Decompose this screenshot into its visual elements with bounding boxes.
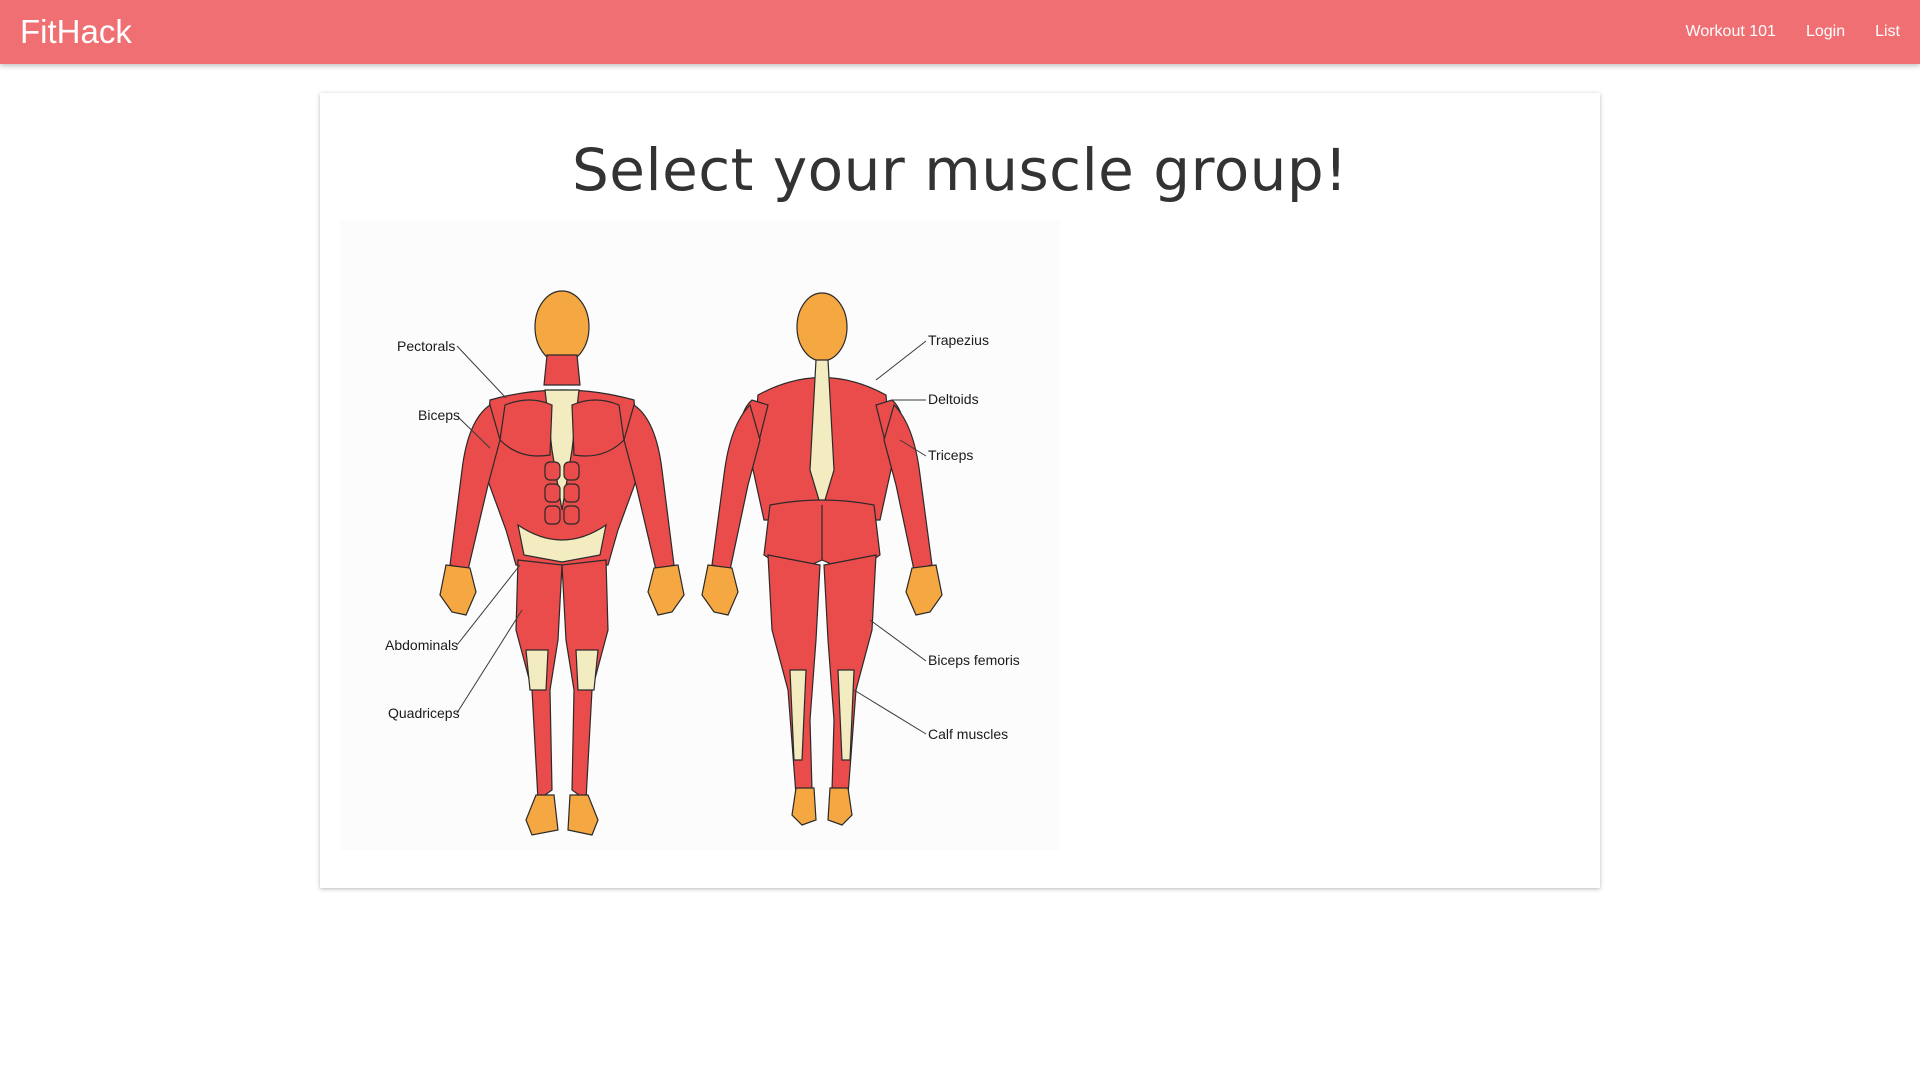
back-figure — [701, 292, 943, 826]
label-biceps[interactable]: Biceps — [418, 407, 460, 423]
label-biceps-femoris[interactable]: Biceps femoris — [928, 652, 1020, 668]
nav-link-workout-101[interactable]: Workout 101 — [1686, 23, 1776, 41]
label-calf-muscles[interactable]: Calf muscles — [928, 726, 1008, 742]
nav-link-list[interactable]: List — [1875, 23, 1900, 41]
nav-link-login[interactable]: Login — [1806, 23, 1845, 41]
label-pectorals[interactable]: Pectorals — [397, 338, 455, 354]
nav-links: Workout 101 Login List — [1656, 0, 1900, 64]
label-trapezius[interactable]: Trapezius — [928, 332, 989, 348]
label-deltoids[interactable]: Deltoids — [928, 391, 979, 407]
top-navbar: FitHack Workout 101 Login List — [0, 0, 1920, 64]
label-quadriceps[interactable]: Quadriceps — [388, 705, 460, 721]
brand-logo[interactable]: FitHack — [20, 0, 132, 64]
front-figure — [439, 290, 685, 836]
triceps-muscle[interactable] — [711, 403, 761, 571]
label-triceps[interactable]: Triceps — [928, 447, 973, 463]
muscle-diagram: Pectorals Biceps Abdominals Quadriceps T… — [340, 220, 1060, 850]
page-title: Select your muscle group! — [571, 136, 1348, 204]
label-abdominals[interactable]: Abdominals — [385, 637, 458, 653]
triceps-muscle-right[interactable] — [883, 403, 933, 571]
